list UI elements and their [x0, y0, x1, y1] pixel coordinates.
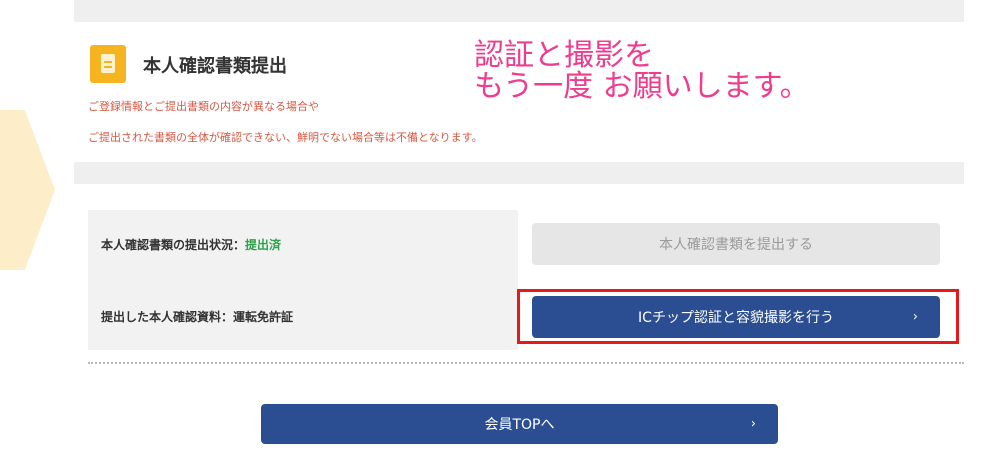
section-title: 本人確認書類提出	[143, 56, 287, 77]
submission-status-badge: 提出済	[245, 238, 282, 252]
highlight-frame	[517, 289, 959, 344]
member-top-label: 会員TOPへ	[484, 417, 555, 433]
notice-line-1: ご登録情報とご提出書類の内容が異なる場合や	[88, 100, 319, 113]
document-sheet	[101, 54, 115, 73]
step-arrow-decoration	[0, 110, 55, 270]
top-divider-strip	[74, 0, 964, 22]
submission-status-text: 本人確認書類の提出状況：提出済	[101, 236, 281, 253]
document-line	[104, 66, 112, 68]
annotation-line-2: もう一度 お願いします。	[474, 69, 810, 104]
document-icon	[90, 45, 126, 83]
chevron-right-icon: ›	[750, 416, 756, 432]
bottom-divider-strip	[74, 162, 964, 184]
document-line	[104, 61, 112, 63]
member-top-button[interactable]: 会員TOPへ ›	[261, 404, 778, 444]
dotted-divider	[88, 362, 964, 364]
notice-line-2: ご提出された書類の全体が確認できない、鮮明でない場合等は不備となります。	[88, 131, 483, 144]
submit-documents-button[interactable]: 本人確認書類を提出する	[532, 223, 940, 265]
annotation-overlay: 認証と撮影を もう一度 お願いします。	[474, 40, 810, 102]
submission-status-label: 本人確認書類の提出状況：	[101, 238, 246, 252]
annotation-line-1: 認証と撮影を	[474, 38, 654, 73]
submitted-document-text: 提出した本人確認資料：運転免許証	[101, 310, 294, 324]
